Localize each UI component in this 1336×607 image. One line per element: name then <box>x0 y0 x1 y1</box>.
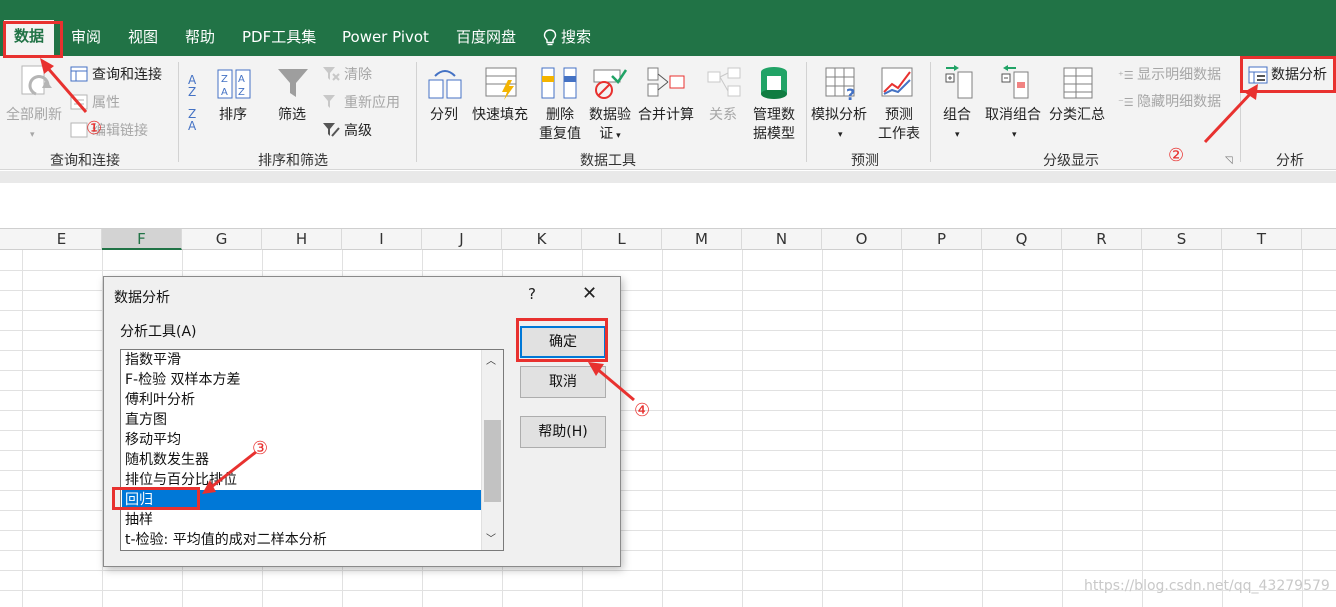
annotation-number-4: ④ <box>634 400 651 421</box>
annotation-arrows <box>40 58 1258 494</box>
annotation-number-3: ③ <box>252 438 269 459</box>
annotation-number-2: ② <box>1168 145 1185 166</box>
watermark-text: https://blog.csdn.net/qq_43279579 <box>1084 578 1330 594</box>
annotation-number-1: ① <box>86 118 103 139</box>
